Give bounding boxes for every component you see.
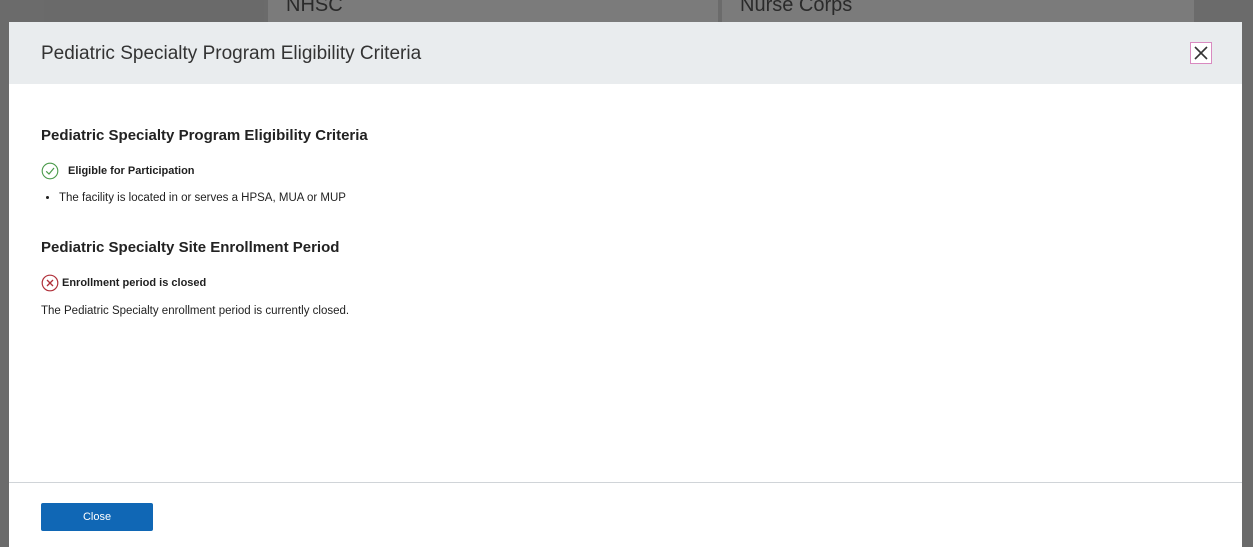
check-circle-icon	[41, 162, 59, 180]
close-x-icon	[1194, 46, 1208, 60]
eligibility-criteria-list: The facility is located in or serves a H…	[41, 190, 346, 206]
background-tab-nhsc-label: NHSC	[286, 0, 343, 16]
modal-title: Pediatric Specialty Program Eligibility …	[41, 43, 422, 64]
background-tab-1	[44, 0, 264, 22]
eligibility-criteria-item: The facility is located in or serves a H…	[59, 190, 346, 206]
footer-divider	[9, 482, 1242, 483]
enrollment-status: Enrollment period is closed	[41, 274, 206, 292]
eligibility-modal: Pediatric Specialty Program Eligibility …	[9, 22, 1242, 547]
enrollment-status-label: Enrollment period is closed	[62, 277, 207, 289]
modal-header: Pediatric Specialty Program Eligibility …	[9, 22, 1242, 84]
eligibility-status: Eligible for Participation	[41, 162, 195, 180]
background-tab-nhsc: NHSC	[268, 0, 718, 22]
background-tab-nurse-corps: Nurse Corps	[722, 0, 1194, 22]
enrollment-heading: Pediatric Specialty Site Enrollment Peri…	[41, 239, 340, 256]
x-circle-icon	[41, 274, 59, 292]
eligibility-status-label: Eligible for Participation	[68, 165, 195, 177]
eligibility-heading: Pediatric Specialty Program Eligibility …	[41, 127, 368, 144]
modal-close-x-button[interactable]	[1190, 42, 1212, 64]
close-button[interactable]: Close	[41, 503, 153, 531]
enrollment-message: The Pediatric Specialty enrollment perio…	[41, 305, 350, 317]
background-tab-nurse-corps-label: Nurse Corps	[740, 0, 853, 16]
